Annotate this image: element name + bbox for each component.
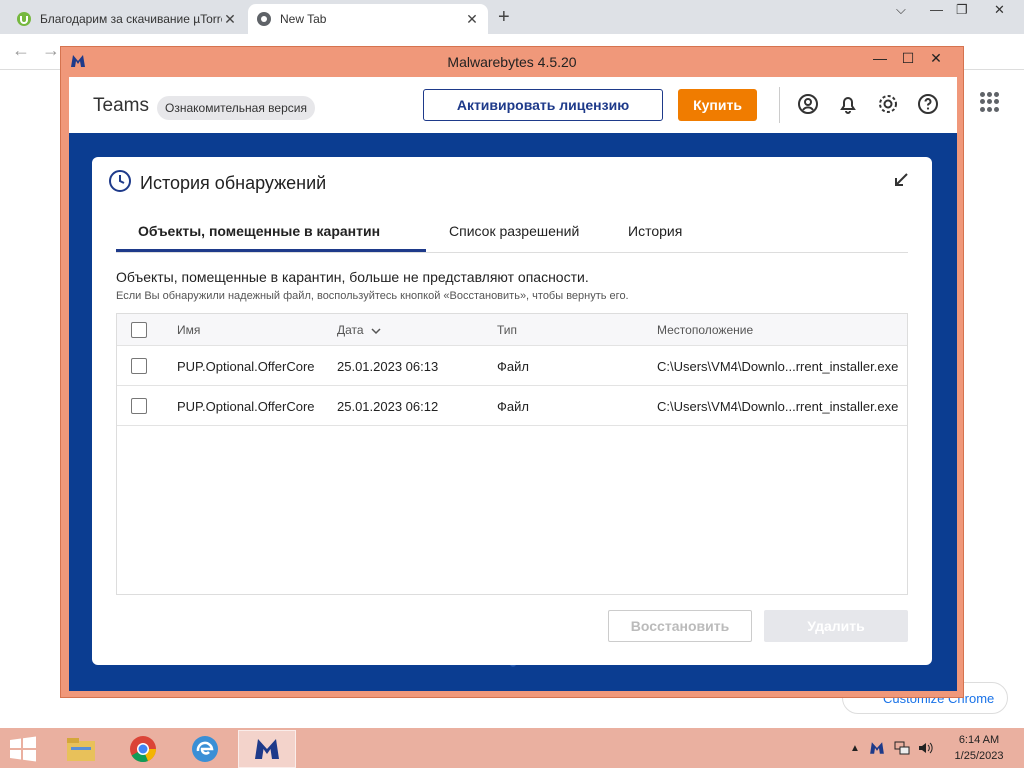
volume-icon[interactable] — [918, 741, 934, 755]
threat-name[interactable]: PUP.Optional.OfferCore — [177, 399, 315, 414]
minimize-icon[interactable]: — — [930, 2, 943, 17]
utorrent-icon — [16, 11, 32, 27]
item-type: Файл — [497, 359, 529, 374]
malwarebytes-window: Malwarebytes 4.5.20 — ☐ ✕ Teams Ознакоми… — [60, 46, 964, 698]
column-header-date[interactable]: Дата — [337, 323, 381, 337]
active-tab-indicator — [116, 249, 426, 252]
delete-button[interactable]: Удалить — [764, 610, 908, 642]
restore-button[interactable]: Восстановить — [608, 610, 752, 642]
item-location: C:\Users\VM4\Downlo...rrent_installer.ex… — [657, 399, 899, 414]
edge-icon[interactable] — [176, 730, 234, 768]
system-clock[interactable]: 6:14 AM 1/25/2023 — [944, 732, 1014, 764]
panel-tabs: Объекты, помещенные в карантин Список ра… — [116, 209, 908, 253]
back-icon[interactable]: ← — [12, 40, 30, 61]
trial-badge: Ознакомительная версия — [157, 96, 315, 120]
window-title: Malwarebytes 4.5.20 — [447, 54, 577, 70]
system-tray: ▲ — [850, 738, 940, 758]
detection-history-panel: История обнаружений Объекты, помещенные … — [92, 157, 932, 665]
table-row[interactable]: PUP.Optional.OfferCore 25.01.2023 06:12 … — [117, 386, 907, 426]
product-name: Teams — [93, 95, 149, 116]
panel-title: История обнаружений — [140, 173, 327, 193]
detection-date: 25.01.2023 06:12 — [337, 399, 439, 414]
clock-date: 1/25/2023 — [954, 750, 1004, 762]
windows-start-icon[interactable] — [8, 736, 38, 762]
browser-tab-new-tab[interactable]: New Tab ✕ — [248, 4, 488, 34]
tab-allow-list[interactable]: Список разрешений — [449, 223, 579, 239]
column-header-date-label: Дата — [337, 323, 364, 337]
chrome-icon — [256, 11, 272, 27]
browser-tab-title: New Tab — [280, 12, 327, 26]
browser-tab-strip: Благодарим за скачивание µTorrent ✕ New … — [0, 0, 1024, 34]
quarantine-description: Объекты, помещенные в карантин, больше н… — [116, 269, 589, 285]
table-header-row: Имя Дата Тип Местоположение — [117, 314, 907, 346]
activate-license-button[interactable]: Активировать лицензию — [423, 89, 663, 121]
close-icon[interactable]: ✕ — [923, 50, 949, 67]
bell-icon[interactable] — [835, 91, 861, 117]
quarantine-table: Имя Дата Тип Местоположение PUP.Optional… — [116, 313, 908, 595]
item-location: C:\Users\VM4\Downlo...rrent_installer.ex… — [657, 359, 899, 374]
tab-search-icon[interactable]: ⌵ — [896, 2, 906, 18]
tray-expand-icon[interactable]: ▲ — [850, 743, 860, 754]
account-icon[interactable] — [795, 91, 821, 117]
new-tab-button[interactable]: + — [498, 6, 510, 29]
threat-name[interactable]: PUP.Optional.OfferCore — [177, 359, 315, 374]
apps-grid-icon[interactable] — [980, 92, 1000, 112]
header-divider — [779, 87, 780, 123]
row-checkbox[interactable] — [131, 358, 147, 374]
malwarebytes-tray-icon[interactable] — [868, 740, 886, 756]
browser-tab-title: Благодарим за скачивание µTorrent — [40, 12, 222, 26]
maximize-icon[interactable]: ☐ — [895, 50, 921, 67]
clock-time: 6:14 AM — [958, 734, 1000, 746]
app-header: Teams Ознакомительная версия Активироват… — [69, 77, 957, 133]
file-explorer-icon[interactable] — [52, 730, 110, 768]
quarantine-hint: Если Вы обнаружили надежный файл, воспол… — [116, 290, 629, 302]
column-header-type[interactable]: Тип — [497, 323, 517, 337]
forward-icon[interactable]: → — [42, 40, 60, 61]
close-tab-icon[interactable]: ✕ — [222, 11, 238, 28]
help-icon[interactable] — [915, 91, 941, 117]
malwarebytes-taskbar-icon[interactable] — [238, 730, 296, 768]
network-icon[interactable] — [894, 741, 910, 755]
minimize-icon[interactable]: — — [867, 50, 893, 66]
table-row[interactable]: PUP.Optional.OfferCore 25.01.2023 06:13 … — [117, 346, 907, 386]
gear-icon[interactable] — [875, 91, 901, 117]
item-type: Файл — [497, 399, 529, 414]
browser-tab-utorrent[interactable]: Благодарим за скачивание µTorrent ✕ — [8, 4, 246, 34]
chevron-down-icon — [371, 328, 381, 334]
column-header-name[interactable]: Имя — [177, 323, 200, 337]
detection-date: 25.01.2023 06:13 — [337, 359, 439, 374]
row-checkbox[interactable] — [131, 398, 147, 414]
window-titlebar: Malwarebytes 4.5.20 — ☐ ✕ — [61, 47, 963, 75]
tab-quarantine[interactable]: Объекты, помещенные в карантин — [138, 223, 380, 239]
collapse-icon[interactable] — [892, 171, 910, 189]
column-header-location[interactable]: Местоположение — [657, 323, 753, 337]
select-all-checkbox[interactable] — [131, 322, 147, 338]
close-window-icon[interactable]: ✕ — [994, 2, 1005, 18]
taskbar: ▲ 6:14 AM 1/25/2023 — [0, 728, 1024, 768]
tab-history[interactable]: История — [628, 223, 682, 239]
close-tab-icon[interactable]: ✕ — [464, 11, 480, 28]
chrome-taskbar-icon[interactable] — [114, 730, 172, 768]
clock-icon — [109, 170, 131, 192]
restore-icon[interactable]: ❐ — [956, 2, 968, 18]
buy-button[interactable]: Купить — [678, 89, 757, 121]
